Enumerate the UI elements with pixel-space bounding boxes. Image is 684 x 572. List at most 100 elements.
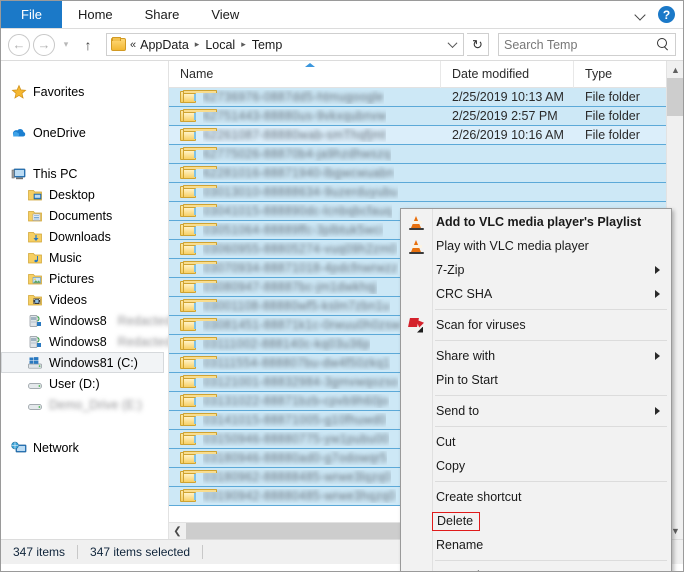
breadcrumb-separator-icon[interactable]: ▸: [191, 39, 204, 50]
menu-item-label: 7-Zip: [436, 263, 465, 277]
file-name-cell: 62281016-88871940-lbgwcwuabn: [169, 166, 441, 180]
menu-item-pin-to-start[interactable]: Pin to Start: [401, 368, 671, 392]
file-name-label: 03041015-888890dc-lcnbqbcfauq: [203, 204, 393, 218]
table-row[interactable]: 62751443-88880us-9vkxqubnvw 2/25/2019 2:5…: [169, 106, 683, 126]
sidebar-item-onedrive[interactable]: OneDrive: [1, 122, 168, 143]
menu-item-label: Delete: [432, 511, 481, 531]
tab-home[interactable]: Home: [62, 1, 129, 28]
address-bar[interactable]: « AppData ▸ Local ▸ Temp: [106, 33, 464, 56]
menu-item-rename[interactable]: Rename: [401, 533, 671, 557]
sidebar-item-redacted-drive[interactable]: Demo_Drive (E:): [1, 394, 168, 415]
scroll-up-arrow-icon[interactable]: ▲: [667, 61, 683, 78]
column-header-date-modified[interactable]: Date modified: [441, 61, 574, 88]
menu-separator: [435, 426, 667, 427]
menu-item-label: Copy: [436, 459, 466, 473]
expand-ribbon-chevron-down-icon[interactable]: [634, 8, 648, 22]
downloads-folder-icon: [27, 229, 43, 245]
menu-item-add-to-vlc-media-player-s-playlist[interactable]: Add to VLC media player's Playlist: [401, 210, 671, 234]
menu-item-create-shortcut[interactable]: Create shortcut: [401, 485, 671, 509]
up-button[interactable]: ↑: [77, 34, 99, 56]
file-name-label: 03013010-88888634-9uzerduyubu: [203, 185, 398, 199]
menu-item-share-with[interactable]: Share with: [401, 344, 671, 368]
forward-button[interactable]: →: [33, 33, 55, 56]
sidebar-item-music[interactable]: Music: [1, 247, 168, 268]
sidebar-item-downloads[interactable]: Downloads: [1, 226, 168, 247]
file-name-label: 03180962-88888485-wrwe3lqzq0: [203, 470, 392, 484]
menu-item-icon-slot: [401, 430, 432, 454]
search-input[interactable]: [504, 37, 654, 52]
selected-count-label: 347 items selected: [90, 545, 191, 559]
folder-icon: [180, 394, 217, 408]
sidebar-item-windows8-drive-2[interactable]: Windows8 Redacted02: [1, 331, 168, 352]
menu-item-icon-slot: [401, 533, 432, 557]
sidebar-item-label: Network: [33, 440, 79, 455]
menu-separator: [435, 340, 667, 341]
menu-item-cut[interactable]: Cut: [401, 430, 671, 454]
tab-share[interactable]: Share: [129, 1, 196, 28]
menu-item-icon-slot: [401, 509, 432, 533]
menu-item-properties[interactable]: Properties: [401, 564, 671, 571]
vlc-cone-icon: [409, 214, 424, 230]
table-row[interactable]: 62736976-0887dd5-htmugoogle 2/25/2019 10:…: [169, 88, 683, 107]
column-header-label: Type: [585, 67, 613, 81]
table-row[interactable]: 03013010-88888634-9uzerduyubu: [169, 182, 683, 202]
file-name-label: 03080947-88887bc-jm1dwkhqj: [203, 280, 377, 294]
column-header-name[interactable]: Name: [169, 61, 441, 88]
breadcrumb-separator-icon[interactable]: ▸: [237, 39, 250, 50]
sidebar-item-desktop[interactable]: Desktop: [1, 184, 168, 205]
table-row[interactable]: 62281016-88871940-lbgwcwuabn: [169, 163, 683, 183]
table-row[interactable]: 62775026-88870b4-ja9hzdhwszq: [169, 144, 683, 164]
breadcrumb-appdata[interactable]: AppData: [138, 38, 191, 52]
sidebar-item-windows81-c[interactable]: Windows81 (C:): [1, 352, 164, 373]
sidebar-item-label-redacted: Redacted02: [117, 334, 168, 349]
menu-item-label: Pin to Start: [436, 373, 498, 387]
menu-item-send-to[interactable]: Send to: [401, 399, 671, 423]
menu-item-7-zip[interactable]: 7-Zip: [401, 258, 671, 282]
antivirus-icon: [408, 317, 424, 333]
windows-drive-icon: [27, 355, 43, 371]
recent-locations-chevron-down-icon[interactable]: ▾: [58, 34, 74, 56]
refresh-button[interactable]: ↻: [467, 33, 489, 56]
file-name-label: 03121001-88832984-3gmvwqozso: [203, 375, 399, 389]
file-name-label: 03001108-88880wf5-kslm7zbn1u: [203, 299, 390, 313]
file-name-label: 03131022-88871bzb-cpvb9h60jo: [203, 394, 389, 408]
folder-icon: [180, 261, 217, 275]
star-icon: [11, 84, 27, 100]
date-modified-cell: 2/26/2019 10:16 AM: [452, 128, 564, 142]
tab-file[interactable]: File: [1, 1, 62, 28]
videos-folder-icon: [27, 292, 43, 308]
breadcrumb-temp[interactable]: Temp: [250, 38, 285, 52]
tab-view[interactable]: View: [195, 1, 255, 28]
menu-item-copy[interactable]: Copy: [401, 454, 671, 478]
file-name-label: 62736976-0887dd5-htmugoogle: [203, 90, 384, 104]
back-button[interactable]: ←: [8, 33, 30, 56]
search-icon[interactable]: [657, 38, 670, 51]
submenu-arrow-icon: [655, 266, 660, 274]
sidebar-item-videos[interactable]: Videos: [1, 289, 168, 310]
folder-icon: [180, 470, 217, 484]
menu-item-scan-for-viruses[interactable]: Scan for viruses: [401, 313, 671, 337]
menu-item-play-with-vlc-media-player[interactable]: Play with VLC media player: [401, 234, 671, 258]
search-box[interactable]: [498, 33, 676, 56]
folder-icon: [180, 451, 217, 465]
sidebar-item-windows8-drive-1[interactable]: Windows8 Redacted01: [1, 310, 168, 331]
vertical-scrollbar-thumb[interactable]: [667, 78, 683, 116]
sidebar-item-user-d[interactable]: User (D:): [1, 373, 168, 394]
sidebar-item-label: Windows8: [49, 313, 107, 328]
file-name-cell: 62751443-88880us-9vkxqubnvw: [169, 109, 441, 123]
menu-item-delete[interactable]: Delete: [401, 509, 671, 533]
help-icon[interactable]: ?: [658, 6, 675, 23]
table-row[interactable]: 62261087-88880wab-smThqfjmt 2/26/2019 10:…: [169, 125, 683, 145]
sidebar-item-documents[interactable]: Documents: [1, 205, 168, 226]
antivirus-icon: [401, 313, 432, 337]
sidebar-item-pictures[interactable]: Pictures: [1, 268, 168, 289]
breadcrumb-local[interactable]: Local: [203, 38, 237, 52]
breadcrumb-overflow-icon[interactable]: «: [130, 39, 138, 51]
scroll-left-arrow-icon[interactable]: ❮: [169, 523, 186, 539]
sidebar-item-favorites[interactable]: Favorites: [1, 81, 168, 102]
menu-item-crc-sha[interactable]: CRC SHA: [401, 282, 671, 306]
removable-drive-icon: [27, 334, 43, 350]
address-dropdown-chevron-down-icon[interactable]: [443, 34, 461, 55]
sidebar-item-this-pc[interactable]: This PC: [1, 163, 168, 184]
sidebar-item-network[interactable]: Network: [1, 437, 168, 458]
